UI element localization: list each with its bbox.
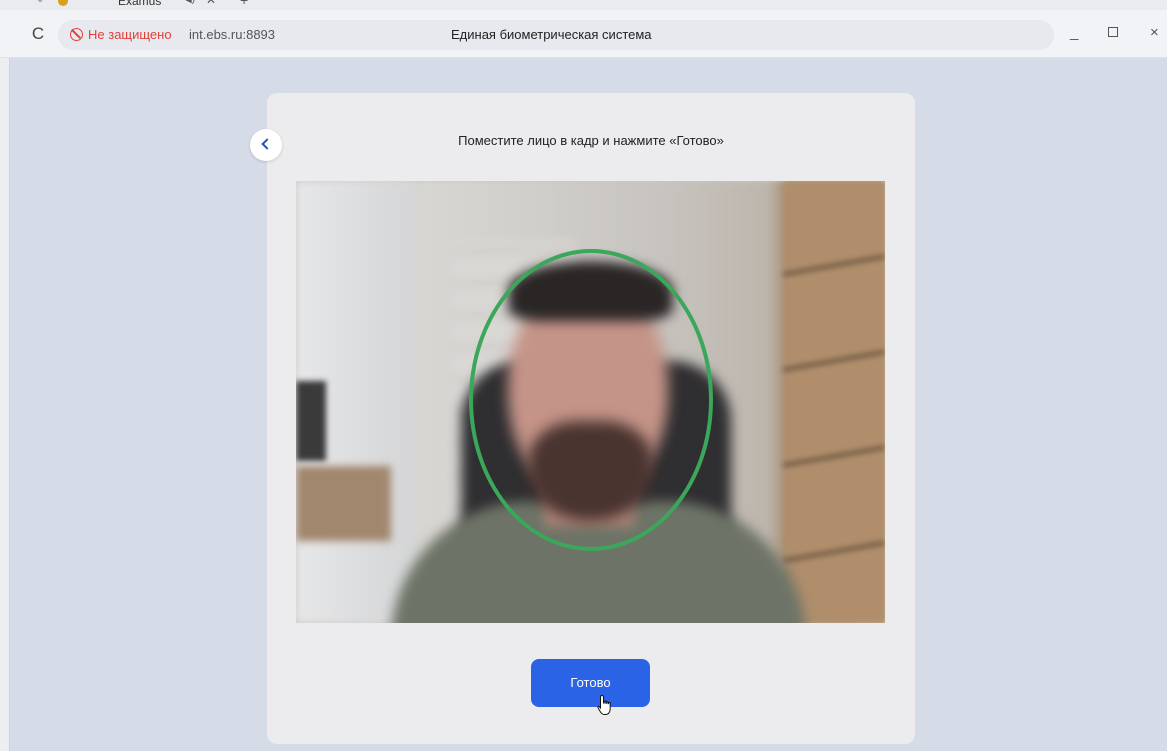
reload-icon[interactable]: C xyxy=(28,24,48,44)
address-bar[interactable]: Не защищено int.ebs.ru:8893 Единая биоме… xyxy=(58,20,1054,50)
minimize-button[interactable]: _ xyxy=(1070,23,1078,43)
security-status-label[interactable]: Не защищено xyxy=(88,27,172,42)
face-guide-oval xyxy=(469,249,713,551)
camera-wood-panels xyxy=(783,181,885,623)
tab-close-icon[interactable]: ✕ xyxy=(206,0,216,7)
tab-strip: ⌄ Examus ◀) ✕ + xyxy=(0,0,1167,10)
close-window-button[interactable]: × xyxy=(1150,23,1159,43)
maximize-button[interactable] xyxy=(1108,23,1118,43)
tab-list-chevron-icon[interactable]: ⌄ xyxy=(36,0,44,5)
new-tab-icon[interactable]: + xyxy=(240,0,248,8)
site-favicon-icon xyxy=(58,0,68,6)
maximize-icon xyxy=(1108,27,1118,37)
browser-toolbar: C Не защищено int.ebs.ru:8893 Единая био… xyxy=(0,10,1167,58)
tab-audio-icon[interactable]: ◀) xyxy=(184,0,195,5)
hand-cursor-icon xyxy=(597,694,611,715)
capture-instruction: Поместите лицо в кадр и нажмите «Готово» xyxy=(458,133,724,148)
camera-preview xyxy=(296,181,885,623)
left-panel-edge xyxy=(0,58,10,751)
page-title: Единая биометрическая система xyxy=(451,27,652,42)
not-secure-icon[interactable] xyxy=(70,28,83,41)
done-button[interactable]: Готово xyxy=(531,659,650,707)
tab-title[interactable]: Examus xyxy=(118,0,161,8)
url-text[interactable]: int.ebs.ru:8893 xyxy=(189,27,275,42)
camera-tv xyxy=(296,381,326,461)
camera-cabinet xyxy=(296,466,391,541)
